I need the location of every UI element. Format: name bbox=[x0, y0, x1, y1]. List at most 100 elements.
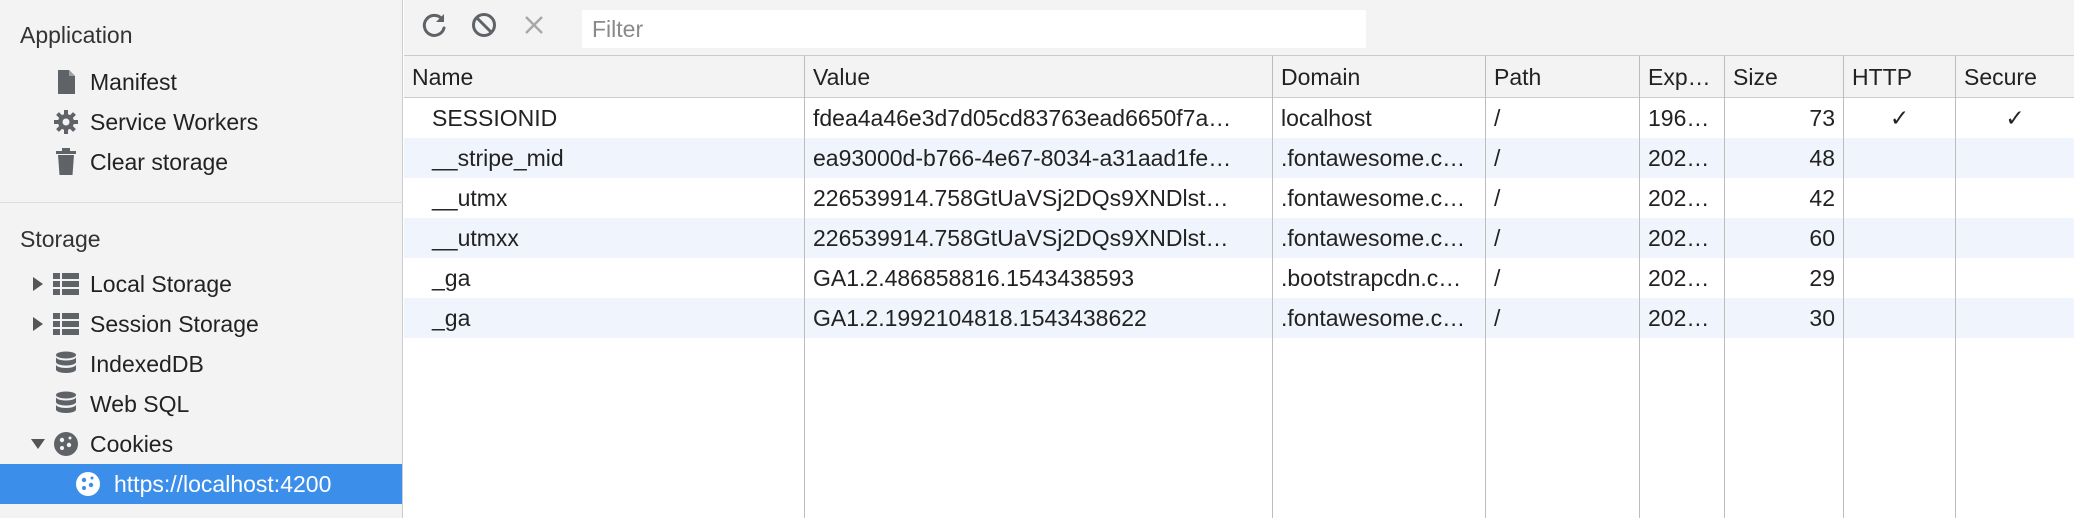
cell-secure bbox=[1956, 178, 2074, 218]
cell-domain: localhost bbox=[1281, 105, 1372, 131]
document-icon bbox=[52, 68, 80, 96]
cell-expires: 202… bbox=[1648, 305, 1710, 331]
sidebar-item-cookie-origin[interactable]: https://localhost:4200 bbox=[0, 464, 402, 504]
cell-expires: 202… bbox=[1648, 225, 1710, 251]
table-row[interactable]: _ga GA1.2.486858816.1543438593 .bootstra… bbox=[404, 258, 2074, 298]
column-divider[interactable] bbox=[1639, 56, 1640, 518]
cell-value: ea93000d-b766-4e67-8034-a31aad1fe… bbox=[813, 145, 1232, 171]
cell-path: / bbox=[1494, 225, 1501, 251]
cell-name: __utmxx bbox=[432, 225, 519, 251]
column-divider[interactable] bbox=[1272, 56, 1273, 518]
cell-secure bbox=[1956, 138, 2074, 178]
cell-value: fdea4a46e3d7d05cd83763ead6650f7a… bbox=[813, 105, 1232, 131]
trash-icon bbox=[52, 148, 80, 176]
column-divider[interactable] bbox=[1843, 56, 1844, 518]
cell-http bbox=[1844, 178, 1955, 218]
column-divider[interactable] bbox=[1485, 56, 1486, 518]
table-header: Name Value Domain Path Exp… Size HTTP Se… bbox=[404, 56, 2074, 98]
cell-path: / bbox=[1494, 185, 1501, 211]
cell-http: ✓ bbox=[1889, 105, 1910, 131]
cell-domain: .fontawesome.c… bbox=[1281, 225, 1466, 251]
cell-name: _ga bbox=[432, 305, 471, 331]
sidebar-item-label: Cookies bbox=[90, 430, 174, 457]
table-row[interactable]: SESSIONID fdea4a46e3d7d05cd83763ead6650f… bbox=[404, 98, 2074, 138]
cookie-icon bbox=[74, 470, 102, 498]
cell-domain: .fontawesome.c… bbox=[1281, 145, 1466, 171]
cell-domain: .fontawesome.c… bbox=[1281, 185, 1466, 211]
cell-value: GA1.2.486858816.1543438593 bbox=[813, 265, 1135, 291]
cell-http bbox=[1844, 218, 1955, 258]
cell-http bbox=[1844, 138, 1955, 178]
storage-section-title: Storage bbox=[20, 226, 101, 252]
sidebar-item-cookies[interactable]: Cookies bbox=[0, 424, 402, 464]
column-header-value[interactable]: Value bbox=[805, 56, 1272, 98]
column-header-domain[interactable]: Domain bbox=[1273, 56, 1485, 98]
cell-expires: 202… bbox=[1648, 145, 1710, 171]
sidebar-item-web-sql[interactable]: Web SQL bbox=[0, 384, 402, 424]
cell-path: / bbox=[1494, 265, 1501, 291]
clear-cookies-button[interactable] bbox=[518, 12, 550, 44]
table-row[interactable]: __utmxx 226539914.758GtUaVSj2DQs9XNDlst…… bbox=[404, 218, 2074, 258]
collapse-arrow-icon[interactable] bbox=[31, 437, 45, 451]
cell-size: 73 bbox=[1809, 105, 1835, 131]
sidebar-item-label: Service Workers bbox=[90, 108, 259, 135]
table-row[interactable]: _ga GA1.2.1992104818.1543438622 .fontawe… bbox=[404, 298, 2074, 338]
block-cookies-button[interactable] bbox=[468, 12, 500, 44]
cell-value: 226539914.758GtUaVSj2DQs9XNDlst… bbox=[813, 225, 1229, 251]
column-header-path[interactable]: Path bbox=[1486, 56, 1639, 98]
sidebar: Application Manifest Service Workers Cle… bbox=[0, 0, 403, 518]
filter-input[interactable] bbox=[582, 10, 1366, 48]
cell-secure: ✓ bbox=[2005, 105, 2025, 131]
cell-path: / bbox=[1494, 105, 1501, 131]
sidebar-item-local-storage[interactable]: Local Storage bbox=[0, 264, 402, 304]
cell-size: 42 bbox=[1809, 185, 1835, 211]
sidebar-item-manifest[interactable]: Manifest bbox=[0, 62, 402, 102]
sidebar-item-label: Session Storage bbox=[90, 310, 259, 337]
refresh-button[interactable] bbox=[418, 12, 450, 44]
grid-icon bbox=[52, 310, 80, 338]
cell-expires: 196… bbox=[1648, 105, 1710, 131]
cell-name: SESSIONID bbox=[432, 105, 558, 131]
column-header-secure[interactable]: Secure bbox=[1956, 56, 2074, 98]
column-header-expires[interactable]: Exp… bbox=[1640, 56, 1724, 98]
application-section-title: Application bbox=[20, 22, 133, 48]
sidebar-item-clear-storage[interactable]: Clear storage bbox=[0, 142, 402, 182]
refresh-icon bbox=[420, 11, 448, 45]
sidebar-item-indexeddb[interactable]: IndexedDB bbox=[0, 344, 402, 384]
sidebar-item-label: https://localhost:4200 bbox=[114, 470, 332, 497]
database-icon bbox=[52, 350, 80, 378]
sidebar-item-service-workers[interactable]: Service Workers bbox=[0, 102, 402, 142]
cell-http bbox=[1844, 298, 1955, 338]
cell-secure bbox=[1956, 258, 2074, 298]
cell-size: 48 bbox=[1809, 145, 1835, 171]
column-header-size[interactable]: Size bbox=[1725, 56, 1843, 98]
column-divider[interactable] bbox=[1724, 56, 1725, 518]
cookies-table: Name Value Domain Path Exp… Size HTTP Se… bbox=[404, 56, 2074, 518]
sidebar-item-label: Manifest bbox=[90, 68, 177, 95]
cell-domain: .fontawesome.c… bbox=[1281, 305, 1466, 331]
cell-secure bbox=[1956, 298, 2074, 338]
column-header-name[interactable]: Name bbox=[404, 56, 804, 98]
sidebar-item-label: Clear storage bbox=[90, 148, 229, 175]
cell-name: __utmx bbox=[432, 185, 508, 211]
sidebar-divider bbox=[0, 202, 403, 203]
expand-arrow-icon[interactable] bbox=[31, 317, 45, 331]
column-divider[interactable] bbox=[804, 56, 805, 518]
cell-http bbox=[1844, 258, 1955, 298]
table-row[interactable]: __stripe_mid ea93000d-b766-4e67-8034-a31… bbox=[404, 138, 2074, 178]
sidebar-item-session-storage[interactable]: Session Storage bbox=[0, 304, 402, 344]
cell-path: / bbox=[1494, 145, 1501, 171]
grid-icon bbox=[52, 270, 80, 298]
expand-arrow-icon[interactable] bbox=[31, 277, 45, 291]
column-divider[interactable] bbox=[1955, 56, 1956, 518]
table-row[interactable]: __utmx 226539914.758GtUaVSj2DQs9XNDlst… … bbox=[404, 178, 2074, 218]
cell-name: __stripe_mid bbox=[432, 145, 564, 171]
column-header-http[interactable]: HTTP bbox=[1844, 56, 1955, 98]
cell-domain: .bootstrapcdn.c… bbox=[1281, 265, 1462, 291]
cell-size: 29 bbox=[1809, 265, 1835, 291]
cell-size: 30 bbox=[1809, 305, 1835, 331]
cell-value: 226539914.758GtUaVSj2DQs9XNDlst… bbox=[813, 185, 1229, 211]
database-icon bbox=[52, 390, 80, 418]
gear-icon bbox=[52, 108, 80, 136]
cell-value: GA1.2.1992104818.1543438622 bbox=[813, 305, 1147, 331]
